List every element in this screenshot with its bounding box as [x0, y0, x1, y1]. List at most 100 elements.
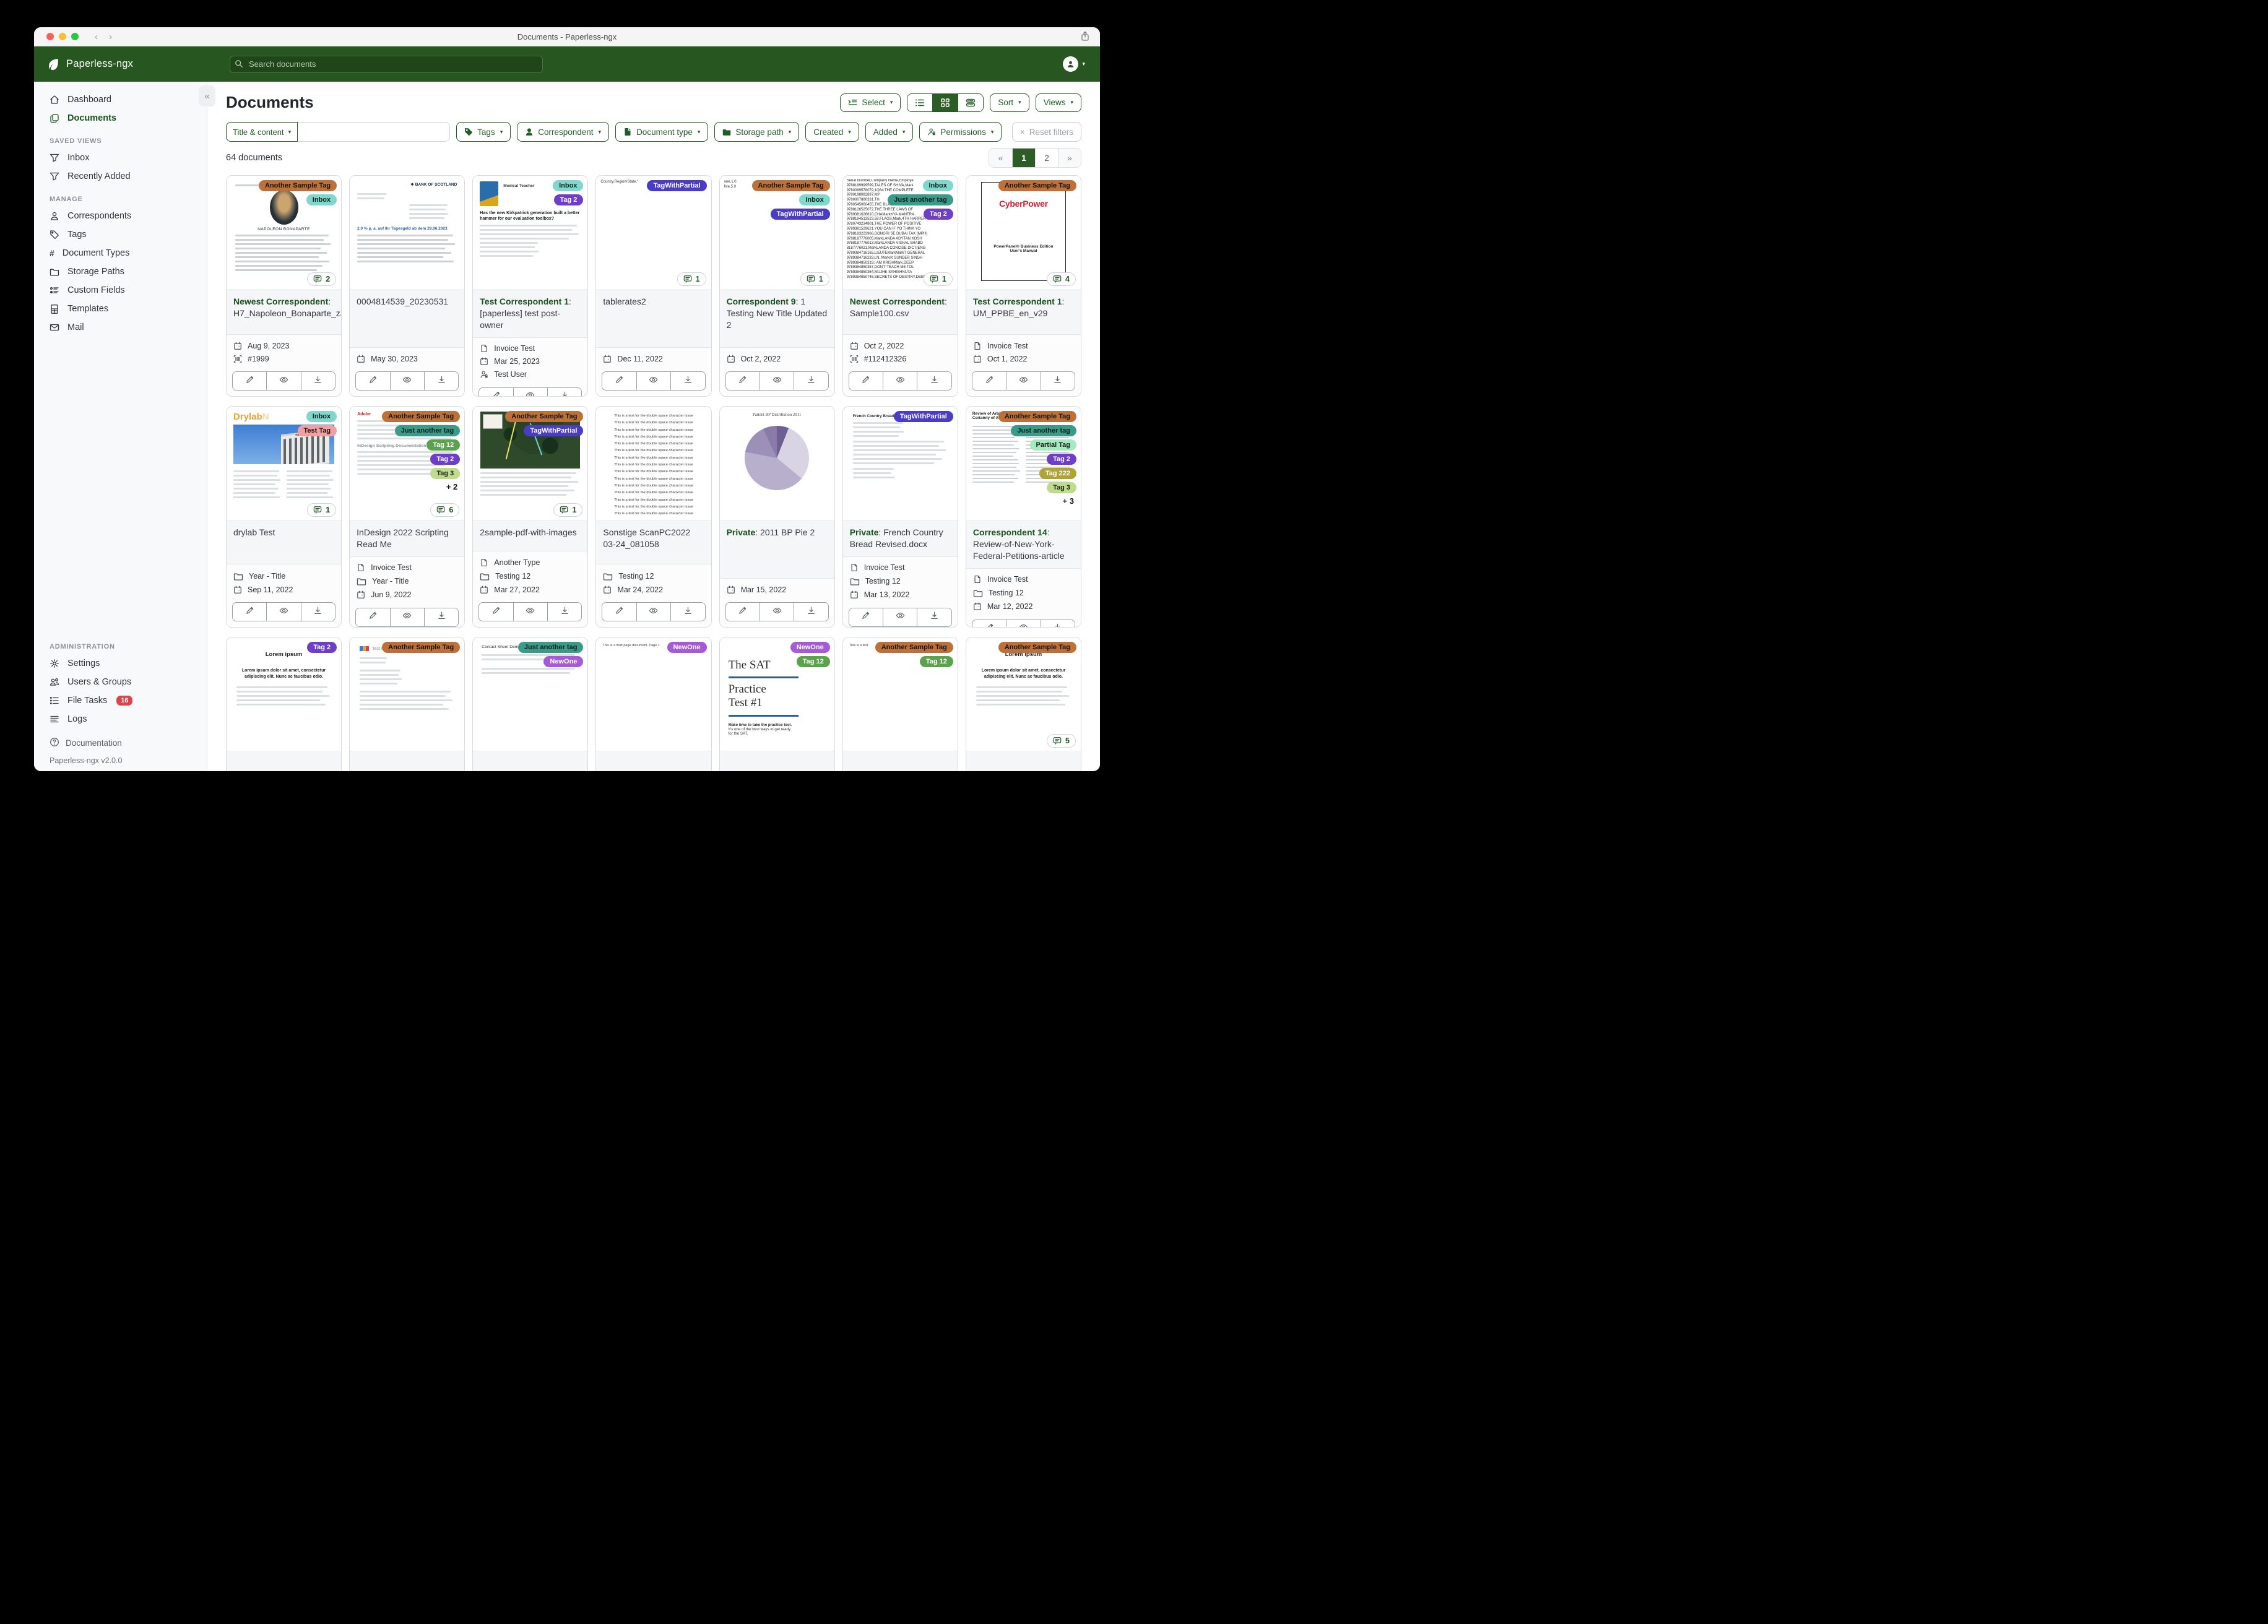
download-button[interactable] [423, 608, 459, 626]
detail-view-button[interactable] [958, 93, 984, 111]
document-thumbnail[interactable]: Serial Number,Company Name,Employe 978818… [842, 176, 958, 289]
document-thumbnail[interactable]: Lorem ipsum Lorem ipsum dolor sit amet, … [966, 637, 1081, 751]
card-correspondent[interactable]: Test Correspondent 1 [973, 296, 1062, 306]
document-thumbnail[interactable]: This is a test for the double space char… [596, 407, 711, 520]
document-card[interactable]: Contact Sheet Demo Just another tag NewOn… [472, 637, 589, 771]
edit-button[interactable] [356, 608, 390, 626]
card-title[interactable] [842, 751, 958, 771]
view-button[interactable] [266, 603, 301, 621]
tag-chip-another-sample-tag[interactable]: Another Sample Tag [258, 180, 337, 191]
download-button[interactable] [300, 372, 335, 390]
card-correspondent[interactable]: Newest Correspondent [233, 296, 328, 306]
tag-chip-tagwithpartial[interactable]: TagWithPartial [770, 209, 830, 220]
document-card[interactable]: Test Name Another Sample Tag [349, 637, 465, 771]
sidebar-item-custom-fields[interactable]: Custom Fields [34, 281, 207, 300]
document-thumbnail[interactable]: Medical Teacher Has the new Kirkpatrick … [473, 176, 588, 289]
card-title[interactable] [350, 751, 465, 771]
view-button[interactable] [1006, 372, 1041, 390]
card-title[interactable]: Correspondent 14: Review-of-New-York-Fed… [966, 520, 1081, 568]
tag-chip-test-tag[interactable]: Test Tag [297, 425, 337, 436]
sidebar-item-users-groups[interactable]: Users & Groups [34, 673, 207, 691]
download-button[interactable] [1040, 620, 1075, 627]
download-button[interactable] [1040, 372, 1075, 390]
card-correspondent[interactable]: Test Correspondent 1 [480, 296, 569, 306]
tag-chip-another-sample-tag[interactable]: Another Sample Tag [998, 411, 1076, 422]
edit-button[interactable] [725, 603, 760, 621]
card-title[interactable]: Sonstige ScanPC2022 03-24_081058 [596, 520, 711, 564]
tag-chip-tag-2[interactable]: Tag 2 [1047, 454, 1076, 465]
edit-button[interactable] [602, 372, 636, 390]
card-title[interactable]: Correspondent 9: 1 Testing New Title Upd… [719, 289, 834, 347]
tag-chip-just-another-tag[interactable]: Just another tag [517, 642, 584, 653]
tag-chip-just-another-tag[interactable]: Just another tag [1011, 425, 1076, 436]
view-button[interactable] [883, 372, 917, 390]
tag-chip-just-another-tag[interactable]: Just another tag [888, 194, 953, 205]
views-button[interactable]: Views ▾ [1035, 93, 1081, 112]
filter-added-button[interactable]: Added ▾ [865, 122, 914, 142]
card-correspondent[interactable]: Private [727, 527, 756, 537]
tag-chip-another-sample-tag[interactable]: Another Sample Tag [382, 642, 461, 653]
download-button[interactable] [547, 603, 582, 621]
comment-badge[interactable]: 4 [1047, 272, 1076, 286]
tag-chip-tag-2[interactable]: Tag 2 [553, 194, 584, 205]
view-button[interactable] [759, 603, 794, 621]
sidebar-item-document-types[interactable]: # Document Types [34, 244, 207, 262]
edit-button[interactable] [479, 603, 513, 621]
sidebar-item-storage-paths[interactable]: Storage Paths [34, 262, 207, 281]
tag-chip-newone[interactable]: NewOne [667, 642, 707, 653]
view-button[interactable] [636, 603, 671, 621]
card-correspondent[interactable]: Correspondent 9 [727, 296, 796, 306]
sidebar-item-logs[interactable]: Logs [34, 710, 207, 728]
tag-chip-tag-3[interactable]: Tag 3 [430, 468, 461, 479]
document-thumbnail[interactable]: Contact Sheet Demo Just another tag NewOn… [473, 637, 588, 751]
pagination-page-2[interactable]: 2 [1035, 149, 1058, 167]
sidebar-item-templates[interactable]: Templates [34, 300, 207, 318]
card-title[interactable] [966, 751, 1081, 771]
document-card[interactable]: CyberPower PowerPanel® Business Edition … [965, 175, 1081, 397]
search-input[interactable] [230, 55, 543, 73]
tag-chip-newone[interactable]: NewOne [790, 642, 830, 653]
share-icon[interactable] [1080, 31, 1090, 45]
document-thumbnail[interactable]: Test Name Another Sample Tag [350, 637, 465, 751]
edit-button[interactable] [849, 372, 883, 390]
sidebar-item-dashboard[interactable]: Dashboard [34, 90, 207, 109]
filter-storage-path-button[interactable]: Storage path ▾ [714, 122, 800, 142]
document-card[interactable]: one,1.0 five,5.0 Another Sample Tag Inbox… [719, 175, 835, 397]
sidebar-item-settings[interactable]: Settings [34, 654, 207, 673]
card-title[interactable]: Private: 2011 BP Pie 2 [719, 520, 834, 578]
view-button[interactable] [389, 608, 424, 626]
tag-chip-tag-2[interactable]: Tag 2 [923, 209, 953, 220]
document-card[interactable]: Serial Number,Company Name,Employe 978818… [842, 175, 958, 397]
view-button[interactable] [759, 372, 794, 390]
edit-button[interactable] [972, 372, 1006, 390]
card-title[interactable] [227, 751, 342, 771]
tag-chip-just-another-tag[interactable]: Just another tag [394, 425, 461, 436]
sidebar-item-documents[interactable]: Documents [34, 109, 207, 127]
document-card[interactable]: NAPOLEON BONAPARTE Another Sample Tag Inb… [226, 175, 342, 397]
edit-button[interactable] [479, 387, 513, 396]
document-card[interactable]: Lorem ipsum Lorem ipsum dolor sit amet, … [226, 637, 342, 771]
card-title[interactable]: Test Correspondent 1: UM_PPBE_en_v29 [966, 289, 1081, 334]
edit-button[interactable] [849, 608, 883, 626]
edit-button[interactable] [972, 620, 1006, 627]
grid-view-button[interactable] [932, 93, 958, 111]
tag-chip-tag-3[interactable]: Tag 3 [1047, 482, 1076, 493]
document-card[interactable]: This is a mult page document. Page 1. Ne… [595, 637, 712, 771]
tag-chip-another-sample-tag[interactable]: Another Sample Tag [875, 642, 953, 653]
download-button[interactable] [794, 372, 828, 390]
tag-chip-tag-12[interactable]: Tag 12 [919, 656, 953, 667]
document-thumbnail[interactable]: Review of Arbitral Awards Certainty of A… [966, 407, 1081, 520]
document-thumbnail[interactable]: ❖ BANK OF SCOTLAND 2,0 % p. a. auf Ihr T… [350, 176, 465, 289]
document-thumbnail[interactable]: This is a test Another Sample Tag Tag 12 [842, 637, 958, 751]
document-card[interactable]: ❖ BANK OF SCOTLAND 2,0 % p. a. auf Ihr T… [349, 175, 465, 397]
document-thumbnail[interactable]: CyberPower PowerPanel® Business Edition … [966, 176, 1081, 289]
tag-chip-tag-12[interactable]: Tag 12 [426, 439, 461, 451]
document-card[interactable]: Medical Teacher Has the new Kirkpatrick … [472, 175, 589, 397]
filter-tags-button[interactable]: Tags ▾ [456, 122, 511, 142]
tag-chip-partial-tag[interactable]: Partial Tag [1029, 439, 1076, 451]
pagination-next[interactable]: » [1058, 149, 1081, 167]
card-title[interactable] [473, 751, 588, 771]
document-card[interactable]: Review of Arbitral Awards Certainty of A… [965, 406, 1081, 628]
edit-button[interactable] [233, 603, 267, 621]
card-title[interactable] [719, 751, 834, 771]
